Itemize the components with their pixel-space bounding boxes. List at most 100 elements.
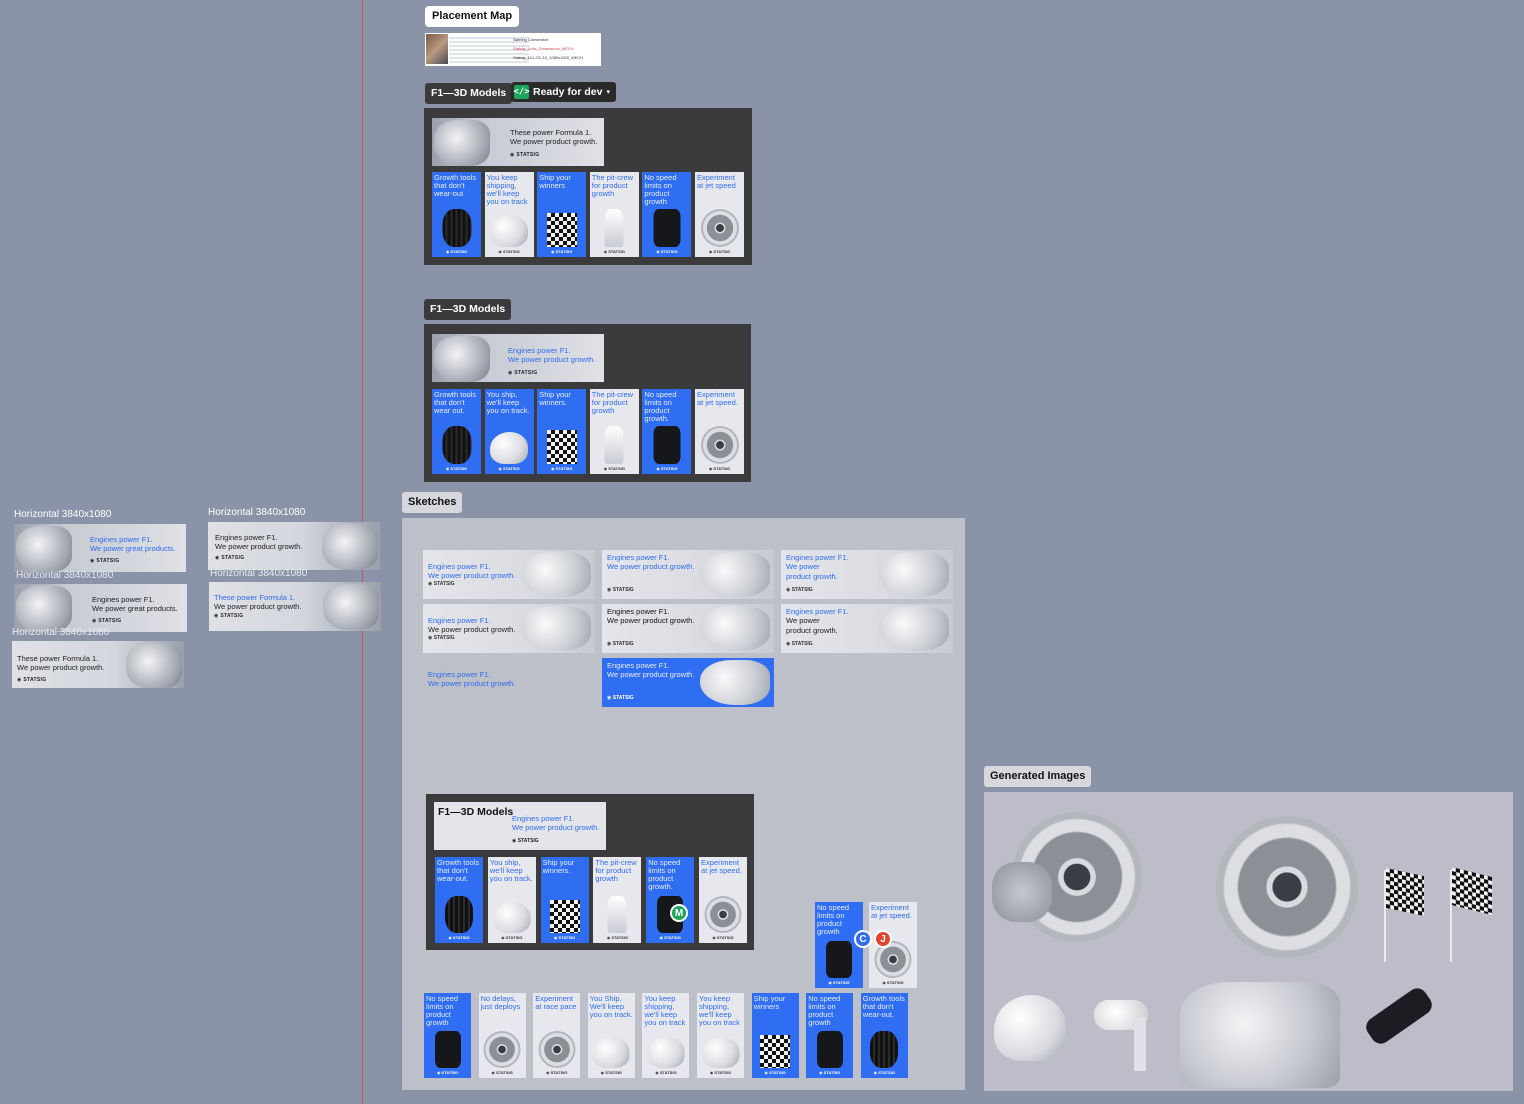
ad-tile[interactable]: Growth tools that don't wear-out. ◉ STATS… [860, 993, 908, 1078]
ad-tile[interactable]: You keep shipping, we'll keep you on tra… [484, 172, 534, 257]
tile-text: The pit-crew for product growth [591, 173, 634, 198]
sketch-banner[interactable]: Engines power F1. We power product growth… [602, 658, 774, 707]
jet-engine-image-2[interactable] [1216, 816, 1358, 958]
ad-tile[interactable]: No speed limits on product growth ◉ STATS… [642, 172, 692, 257]
chevron-down-icon: ▾ [606, 89, 610, 96]
frame-f1-3d-models[interactable]: These power Formula 1. We power product g… [424, 108, 752, 265]
sketch-banner[interactable]: Engines power F1. We power product growth… [423, 550, 595, 599]
horizontal-banner-b2[interactable]: These power Formula 1. We power product g… [209, 582, 381, 631]
ad-tile[interactable]: Growth tools that don't wear-out. ◉ STATS… [435, 857, 483, 943]
hand-image [521, 552, 591, 597]
statsig-logo: ◉ STATSIG [606, 935, 629, 940]
generated-images-label[interactable]: Generated Images [984, 766, 1092, 787]
f1-car-icon [434, 1031, 461, 1068]
frame-title-f1-3d-models-2[interactable]: F1—3D Models [424, 299, 512, 320]
ad-tile[interactable]: Ship your winners. ◉ STATSIG [537, 389, 587, 474]
tile-text: Ship your winners. [542, 858, 575, 875]
sketch-banner[interactable]: Engines power F1. We power product growth… [423, 658, 595, 707]
horizontal-label: Horizontal 3840x1080 [14, 509, 112, 520]
horizontal-banner[interactable]: Engines power F1. We power product growth… [432, 334, 604, 382]
ad-tile[interactable]: Ship your winners ◉ STATSIG [537, 172, 587, 257]
tile-text: Growth tools that don't wear-out. [437, 858, 480, 883]
banner-text: Engines power F1. We power product growth… [512, 814, 600, 833]
jet-engine-icon [700, 426, 739, 464]
ad-tile[interactable]: Experiment at jet speed ◉ STATSIG [695, 172, 744, 257]
ad-tile[interactable]: No delays, just deploys ◉ STATSIG [478, 993, 526, 1078]
ad-tile[interactable]: No speed limits on product growth. ◉ STAT… [646, 857, 695, 943]
ad-tile[interactable]: No speed limits on product growth. ◉ STAT… [642, 389, 692, 474]
placement-map-thumbnail[interactable]: Naming Convention: Statsig_Units_Dimensi… [425, 33, 601, 66]
collaborator-avatar[interactable]: J [874, 930, 892, 948]
ad-tile[interactable]: You ship, we'll keep you on track. ◉ STAT… [487, 857, 536, 943]
inner-frame-title: F1—3D Models [438, 806, 514, 818]
collaborator-avatar[interactable]: C [854, 930, 872, 948]
pit-gun-icon [604, 209, 624, 247]
statsig-logo: ◉ STATSIG [882, 980, 904, 985]
f1-car-icon [816, 1031, 843, 1068]
statsig-logo: ◉ STATSIG [603, 249, 625, 254]
tyre-icon [442, 209, 471, 247]
ad-tile[interactable]: Experiment at jet speed. ◉ STATSIG [699, 857, 747, 943]
ready-for-dev-badge[interactable]: </> Ready for dev ▾ [511, 82, 616, 102]
ad-tile[interactable]: The pit-crew for product growth ◉ STATSIG [589, 389, 639, 474]
placement-map-label[interactable]: Placement Map [425, 6, 520, 27]
horizontal-banner-a3[interactable]: These power Formula 1. We power product g… [12, 641, 184, 688]
naming-line-1: Statsig_Units_Dimensions_MECH [513, 46, 574, 51]
ad-tile[interactable]: Growth tools that don't wear-out ◉ STATSI… [432, 172, 481, 257]
statsig-logo: ◉ STATSIG [501, 935, 523, 940]
horizontal-banner[interactable]: These power Formula 1. We power product g… [432, 118, 604, 166]
sketches-frame[interactable]: Engines power F1. We power product growth… [402, 518, 965, 1090]
ad-tile[interactable]: Ship your winners ◉ STATSIG [751, 993, 799, 1078]
statsig-logo: ◉ STATSIG [655, 1070, 677, 1075]
horizontal-banner-a2[interactable]: Engines power F1. We power great products… [14, 584, 187, 632]
horizontal-banner-a1[interactable]: Engines power F1. We power great products… [14, 524, 186, 572]
frame-f1-3d-models-2[interactable]: Engines power F1. We power product growth… [424, 324, 751, 482]
ad-tile[interactable]: No speed limits on product growth ◉ STATS… [424, 993, 471, 1078]
sketch-text: Engines power F1. We power product growth… [607, 661, 695, 680]
engine-image [434, 120, 490, 166]
horizontal-banner-b1[interactable]: Engines power F1. We power product growth… [208, 522, 380, 570]
ad-tile[interactable]: You ship, we'll keep you on track. ◉ STAT… [484, 389, 534, 474]
sketch-banner[interactable]: Engines power F1. We power product growth… [602, 550, 774, 599]
frame-title-f1-3d-models[interactable]: F1—3D Models [425, 83, 513, 104]
hand-image [700, 552, 770, 597]
inner-banner[interactable]: F1—3D Models Engines power F1. We power p… [434, 802, 606, 850]
engine-block-image[interactable] [1180, 982, 1340, 1088]
sketches-label[interactable]: Sketches [402, 492, 463, 513]
ad-tile[interactable]: Ship your winners. ◉ STATSIG [540, 857, 589, 943]
sketch-banner[interactable]: Engines power F1. We power product growth.… [781, 604, 953, 653]
ad-tile[interactable]: Experiment at jet speed. ◉ STATSIG [695, 389, 744, 474]
statsig-logo: ◉ STATSIG [607, 641, 634, 647]
ad-tile[interactable]: The pit-crew for product growth ◉ STATSIG [593, 857, 642, 943]
checkered-flag-image-2[interactable] [1452, 867, 1492, 915]
checkered-flag-icon [760, 1035, 791, 1068]
ad-tile[interactable]: Growth tools that don't wear out. ◉ STATS… [432, 389, 481, 474]
statsig-logo: ◉ STATSIG [607, 695, 634, 701]
ad-tile[interactable]: The pit-crew for product growth ◉ STATSIG [589, 172, 639, 257]
statsig-logo: ◉ STATSIG [708, 249, 731, 254]
inner-frame-f1-3d-models[interactable]: F1—3D Models Engines power F1. We power p… [426, 794, 754, 950]
statsig-logo: ◉ STATSIG [498, 249, 520, 254]
checkered-flag-image[interactable] [1386, 867, 1424, 917]
jet-engine-icon [704, 896, 742, 933]
hand-image [700, 660, 770, 705]
statsig-logo: ◉ STATSIG [512, 838, 539, 844]
collaborator-avatar[interactable]: M [670, 904, 688, 922]
ad-tile[interactable]: You keep shipping, we'll keep you on tra… [697, 993, 744, 1078]
ad-tile[interactable]: No speed limits on product growth ◉ STATS… [806, 993, 854, 1078]
banner-text: Engines power F1. We power product growth… [215, 533, 303, 552]
tile-text: Experiment at jet speed. [871, 903, 912, 920]
helmet-image[interactable] [994, 995, 1066, 1061]
sketch-banner[interactable]: Engines power F1. We power product growth.… [781, 550, 953, 599]
generated-images-frame[interactable] [984, 792, 1513, 1091]
ad-tile[interactable]: You Ship. We'll keep you on track. ◉ STAT… [587, 993, 635, 1078]
f1-car-image[interactable] [1362, 984, 1436, 1048]
tile-text: No speed limits on product growth [426, 994, 459, 1027]
f1-car-icon [653, 209, 681, 247]
ad-tile[interactable]: Experiment at race pace ◉ STATSIG [533, 993, 581, 1078]
ad-tile[interactable]: You keep shipping, we'll keep you on tra… [642, 993, 690, 1078]
sketch-banner[interactable]: Engines power F1. We power product growth… [423, 604, 595, 653]
sketch-text: Engines power F1. We power product growth… [607, 607, 695, 626]
sketch-banner[interactable]: Engines power F1. We power product growth… [602, 604, 774, 653]
checkered-flag-icon [546, 213, 577, 247]
